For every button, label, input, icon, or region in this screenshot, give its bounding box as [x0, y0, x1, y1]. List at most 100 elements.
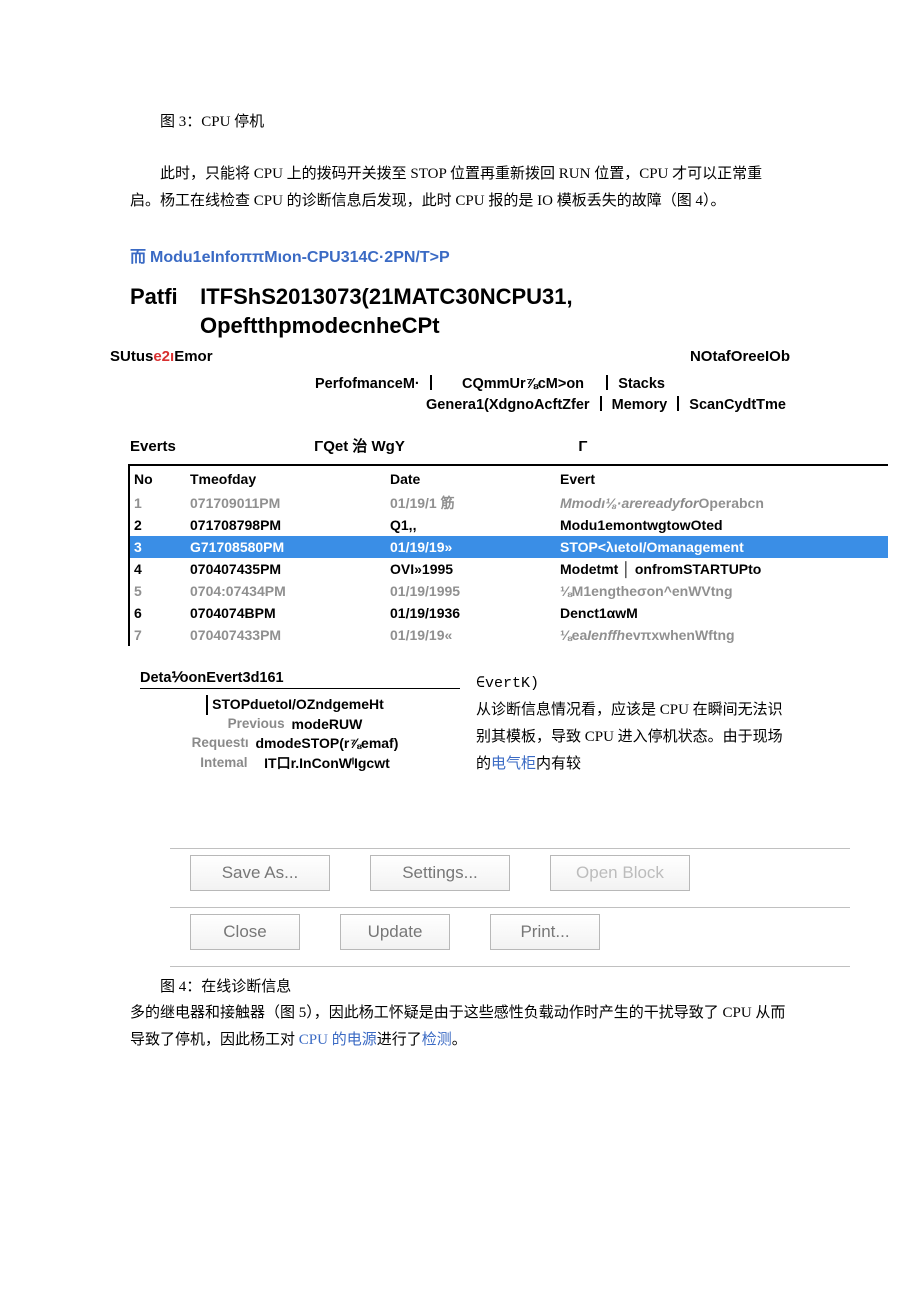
events-gamma: Γ [578, 438, 587, 455]
table-header-row: No Tmeofday Date Evert [128, 466, 888, 492]
events-qet: ΓQet 治 WgY [314, 435, 574, 456]
table-row[interactable]: 7 070407433PM 01/19/19« ⅛eaIenffhevπxwhe… [128, 624, 888, 646]
ev-mid: Ienffh [587, 627, 625, 643]
label-internal: Intemal [200, 754, 264, 773]
cell-no: 1 [130, 495, 190, 511]
update-button[interactable]: Update [340, 914, 450, 950]
cell-event: Mmodı⅛·arereadyforOperabcn [560, 495, 888, 511]
cell-no: 6 [130, 605, 190, 621]
tab-performance[interactable]: PerfofmanceM· [315, 376, 420, 392]
title-text: Modu1eInfoππMιon-CPU314C·2PN/T>P [150, 249, 450, 266]
ev-pre: ⅛ea [560, 627, 587, 643]
label-request: Requestı [192, 734, 256, 753]
table-row[interactable]: 1 071709011PM 01/19/1 筋 Mmodı⅛·arereadyf… [128, 492, 888, 514]
table-row[interactable]: 2 071708798PM Q1,, Modu1emontwgtowOted [128, 514, 888, 536]
col-no: No [130, 471, 190, 487]
ev-post: Operabcn [699, 495, 764, 511]
separator-line [170, 966, 850, 967]
path-block: Patfi ITFShS2013073(21MATC30NCPU31, Opef… [130, 283, 790, 340]
tab-scancycle[interactable]: ScanCydtTme [689, 397, 786, 413]
cell-no: 2 [130, 517, 190, 533]
detail-line-2: modeRUW [292, 716, 363, 732]
status-right: NOtafOreeIOb [690, 348, 790, 365]
cell-event: Modu1emontwgtowOted [560, 517, 888, 533]
cell-event: ⅛M1engtheσon^enWVtng [560, 583, 888, 599]
button-row-2: Close Update Print... [190, 914, 810, 950]
figure-4-caption: 图 4：在线诊断信息 [160, 975, 790, 996]
cell-time: 0704:07434PM [190, 583, 390, 599]
event-id: ∈vertK) [476, 670, 790, 697]
tabs-row-2: Genera1(XdgnoAcftZfer Memory ScanCydtTme [130, 396, 790, 413]
separator-line [170, 907, 850, 908]
cell-event: Modetmt │ onfromSTARTUPto [560, 561, 888, 577]
detail-line-3: dmodeSTOP(r⅞emaf) [256, 735, 399, 751]
tab-memory[interactable]: Memory [612, 397, 668, 413]
link-cpu-power[interactable]: CPU 的电源 [299, 1032, 377, 1048]
events-table: No Tmeofday Date Evert 1 071709011PM 01/… [128, 464, 888, 646]
detail-line-4: IT口r.InConWˡIgcwt [264, 755, 390, 771]
ev-post: evπxwhenWftng [625, 627, 735, 643]
cell-event: STOP<λιetoI/Omanagement [560, 539, 888, 555]
ev-mid: modı⅛·areready [572, 495, 680, 511]
link-detection[interactable]: 检测 [422, 1032, 452, 1048]
after-end: 。 [452, 1032, 467, 1048]
cell-no: 5 [130, 583, 190, 599]
path-line-2: OpeftthpmodecnheCPt [200, 312, 790, 341]
label-previous: Previous [228, 715, 292, 734]
ev-for: for [680, 495, 699, 511]
paragraph-1: 此时，只能将 CPU 上的拨码开关拨至 STOP 位置再重新拨回 RUN 位置，… [130, 161, 790, 215]
detail-header: Deta⅟oonEvert3d161 [140, 670, 460, 689]
table-row[interactable]: 5 0704:07434PM 01/19/1995 ⅛M1engtheσon^e… [128, 580, 888, 602]
print-button[interactable]: Print... [490, 914, 600, 950]
settings-button[interactable]: Settings... [370, 855, 510, 891]
col-time: Tmeofday [190, 471, 390, 487]
figure-3-caption: 图 3：CPU 停机 [160, 110, 790, 131]
detail-left: Deta⅟oonEvert3d161 STOPduetoI/OZndgemeHt… [130, 670, 460, 773]
save-as-button[interactable]: Save As... [190, 855, 330, 891]
link-electrical-cabinet[interactable]: 电气柜 [491, 756, 536, 772]
cell-time: 070407435PM [190, 561, 390, 577]
separator-icon [430, 375, 432, 390]
events-label: Everts [130, 438, 310, 455]
status-left: SUtuse2ıEmor [110, 348, 213, 365]
cell-event: Denct1αwM [560, 605, 888, 621]
path-label: Patfi [130, 283, 194, 312]
detail-line-1: STOPduetoI/OZndgemeHt [206, 695, 384, 715]
cell-time: 070407433PM [190, 627, 390, 643]
cell-date: 01/19/1995 [390, 583, 560, 599]
separator-icon [606, 375, 608, 390]
right-para-b: 内有较 [536, 756, 581, 772]
col-date: Date [390, 471, 560, 487]
detail-lines: STOPduetoI/OZndgemeHt Previous modeRUW R… [130, 695, 460, 773]
button-row-1: Save As... Settings... Open Block [190, 855, 810, 891]
after-mid: 进行了 [377, 1032, 422, 1048]
paragraph-2: 多的继电器和接触器（图 5），因此杨工怀疑是由于这些感性负载动作时产生的干扰导致… [130, 1000, 790, 1054]
cell-date: 01/19/1936 [390, 605, 560, 621]
cell-date: Q1,, [390, 517, 560, 533]
separator-line [170, 848, 850, 849]
tab-stacks[interactable]: Stacks [618, 376, 665, 392]
table-row[interactable]: 4 070407435PM OVI»1995 Modetmt │ onfromS… [128, 558, 888, 580]
module-info-title: 而Modu1eInfoππMιon-CPU314C·2PN/T>P [130, 243, 790, 267]
detail-right: ∈vertK) 从诊断信息情况看，应该是 CPU 在瞬间无法识别其模板，导致 C… [460, 670, 790, 778]
path-line-1: ITFShS2013073(21MATC30NCPU31, [200, 284, 573, 309]
cell-date: OVI»1995 [390, 561, 560, 577]
status-row: SUtuse2ıEmor NOtafOreeIOb [110, 348, 790, 365]
status-left-red: e2ı [153, 348, 174, 365]
cell-date: 01/19/1 筋 [390, 493, 560, 513]
cell-date: 01/19/19« [390, 627, 560, 643]
separator-icon [600, 396, 602, 411]
status-left-pre: SUtus [110, 348, 153, 365]
tabs-row-1: PerfofmanceM· CQmmUr⅞cM>on Stacks [190, 375, 790, 392]
table-row-selected[interactable]: 3 G71708580PM 01/19/19» STOP<λιetoI/Oman… [128, 536, 888, 558]
cell-no: 4 [130, 561, 190, 577]
cell-no: 3 [130, 539, 190, 555]
cell-event: ⅛eaIenffhevπxwhenWftng [560, 627, 888, 643]
tab-communication[interactable]: CQmmUr⅞cM>on [462, 376, 584, 392]
table-row[interactable]: 6 0704074BPM 01/19/1936 Denct1αwM [128, 602, 888, 624]
cell-date: 01/19/19» [390, 539, 560, 555]
tab-general[interactable]: Genera1(XdgnoAcftZfer [426, 397, 590, 413]
title-glyph: 而 [130, 249, 146, 266]
close-button[interactable]: Close [190, 914, 300, 950]
open-block-button: Open Block [550, 855, 690, 891]
